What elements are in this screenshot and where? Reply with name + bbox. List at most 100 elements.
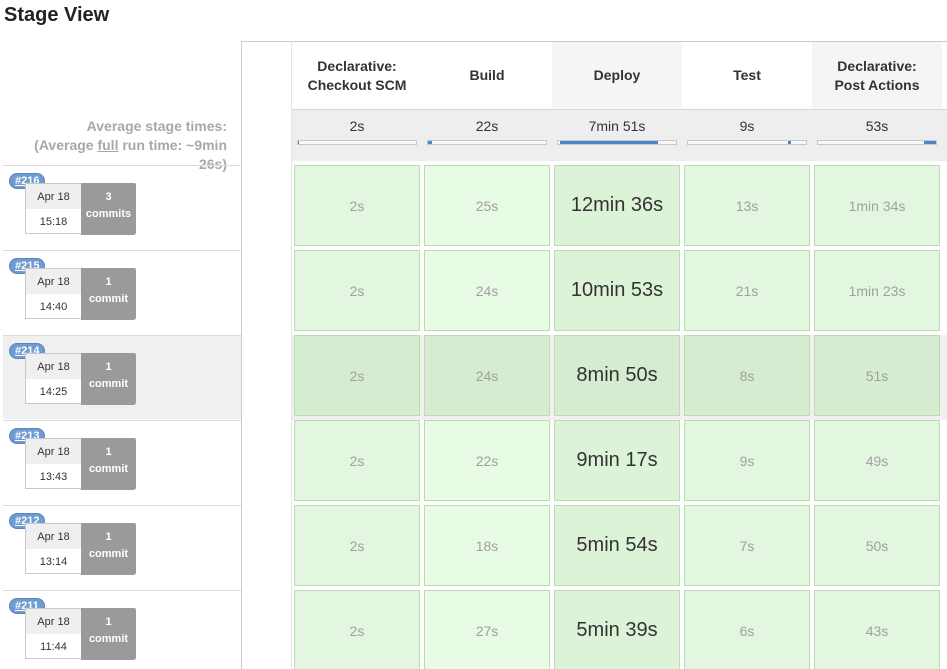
stage-cell[interactable]: 50s	[814, 505, 940, 586]
average-bar	[557, 140, 677, 145]
commits-button[interactable]: 1 commit	[81, 268, 136, 320]
commits-button[interactable]: 1 commit	[81, 353, 136, 405]
run-card: Apr 18 14:40 1 commit	[25, 268, 136, 320]
commits-count: 3	[105, 191, 112, 203]
stage-cell[interactable]: 27s	[424, 590, 550, 669]
stage-cell[interactable]: 18s	[424, 505, 550, 586]
stage-cell[interactable]: 2s	[294, 165, 420, 246]
stage-cell[interactable]: 2s	[294, 420, 420, 501]
stage-cell[interactable]: 8s	[684, 335, 810, 416]
stage-cell[interactable]: 25s	[424, 165, 550, 246]
average-bar	[817, 140, 937, 145]
run-row[interactable]: #213 Apr 18 13:43 1 commit	[3, 420, 241, 504]
run-card: Apr 18 15:18 3 commits	[25, 183, 136, 235]
stage-cell[interactable]: 43s	[814, 590, 940, 669]
run-date: Apr 18	[26, 524, 81, 549]
run-date: Apr 18	[26, 269, 81, 294]
run-time: 13:43	[39, 470, 68, 483]
stage-header-3: Test	[733, 67, 761, 83]
run-row[interactable]: #214 Apr 18 14:25 1 commit	[3, 335, 241, 419]
stage-cell[interactable]: 24s	[424, 335, 550, 416]
commits-label: commits	[85, 208, 132, 220]
average-bar-fill	[788, 141, 791, 144]
stage-cell[interactable]: 2s	[294, 250, 420, 331]
average-bar-fill	[428, 141, 432, 144]
average-line-1: Average stage times:	[86, 118, 227, 134]
stage-header-2: Deploy	[552, 42, 682, 109]
commits-button[interactable]: 1 commit	[81, 438, 136, 490]
run-row[interactable]: #211 Apr 18 11:44 1 commit	[3, 590, 241, 669]
run-time: 14:40	[39, 300, 68, 313]
average-bar-fill	[560, 141, 659, 144]
stage-header-0: Declarative: Checkout SCM	[307, 57, 407, 93]
run-time: 11:44	[40, 640, 67, 653]
run-time: 14:25	[39, 385, 68, 398]
stage-cell[interactable]: 22s	[424, 420, 550, 501]
run-time: 15:18	[39, 215, 68, 228]
commits-label: commit	[88, 633, 129, 645]
average-cell-3: 9s	[682, 109, 812, 161]
commits-label: commit	[88, 463, 129, 475]
stage-header-1: Build	[469, 67, 505, 83]
commits-count: 1	[105, 531, 112, 543]
stage-cell[interactable]: 12min 36s	[554, 165, 680, 246]
stage-cell[interactable]: 2s	[294, 335, 420, 416]
stage-cell[interactable]: 7s	[684, 505, 810, 586]
run-card: Apr 18 14:25 1 commit	[25, 353, 136, 405]
stage-cell[interactable]: 6s	[684, 590, 810, 669]
stage-cell[interactable]: 2s	[294, 505, 420, 586]
stage-cell[interactable]: 1min 34s	[814, 165, 940, 246]
average-bar	[687, 140, 807, 145]
commits-count: 1	[105, 616, 112, 628]
run-date: Apr 18	[26, 354, 81, 379]
full-link[interactable]: full	[97, 137, 118, 153]
commits-button[interactable]: 3 commits	[81, 183, 136, 235]
stage-cell[interactable]: 8min 50s	[554, 335, 680, 416]
stage-cell[interactable]: 5min 54s	[554, 505, 680, 586]
stage-cell[interactable]: 10min 53s	[554, 250, 680, 331]
average-cell-0: 2s	[292, 109, 422, 161]
run-card: Apr 18 13:14 1 commit	[25, 523, 136, 575]
average-line-2: (Average full run time: ~9min	[34, 137, 227, 153]
stage-cell[interactable]: 2s	[294, 590, 420, 669]
average-time: 53s	[865, 118, 889, 134]
stage-cell[interactable]: 24s	[424, 250, 550, 331]
stage-cell[interactable]: 9s	[684, 420, 810, 501]
stage-cell[interactable]: 13s	[684, 165, 810, 246]
run-card: Apr 18 13:43 1 commit	[25, 438, 136, 490]
average-bar-fill	[298, 141, 300, 144]
run-card: Apr 18 11:44 1 commit	[25, 608, 136, 660]
stage-cell[interactable]: 21s	[684, 250, 810, 331]
commits-label: commit	[88, 548, 129, 560]
commits-count: 1	[105, 446, 112, 458]
stage-header-4: Declarative: Post Actions	[812, 42, 942, 109]
average-time: 2s	[349, 118, 365, 134]
average-time: 22s	[475, 118, 499, 134]
average-bar-fill	[924, 141, 936, 144]
stage-cell[interactable]: 51s	[814, 335, 940, 416]
average-bar	[297, 140, 417, 145]
run-row[interactable]: #212 Apr 18 13:14 1 commit	[3, 505, 241, 589]
commits-count: 1	[105, 276, 112, 288]
run-date: Apr 18	[26, 184, 81, 209]
stage-cell[interactable]: 5min 39s	[554, 590, 680, 669]
average-cell-2: 7min 51s	[552, 109, 682, 161]
run-time: 13:14	[39, 555, 68, 568]
commits-button[interactable]: 1 commit	[81, 608, 136, 660]
stage-cell[interactable]: 49s	[814, 420, 940, 501]
run-date: Apr 18	[26, 439, 81, 464]
run-row[interactable]: #216 Apr 18 15:18 3 commits	[3, 165, 241, 249]
commits-label: commit	[88, 378, 129, 390]
commits-button[interactable]: 1 commit	[81, 523, 136, 575]
average-bar	[427, 140, 547, 145]
run-row[interactable]: #215 Apr 18 14:40 1 commit	[3, 250, 241, 334]
page-title: Stage View	[4, 4, 110, 26]
stage-cell[interactable]: 1min 23s	[814, 250, 940, 331]
average-cell-4: 53s	[812, 109, 942, 161]
commits-count: 1	[105, 361, 112, 373]
stage-cell[interactable]: 9min 17s	[554, 420, 680, 501]
average-cell-1: 22s	[422, 109, 552, 161]
run-date: Apr 18	[26, 609, 81, 634]
commits-label: commit	[88, 293, 129, 305]
average-time: 7min 51s	[588, 118, 646, 134]
